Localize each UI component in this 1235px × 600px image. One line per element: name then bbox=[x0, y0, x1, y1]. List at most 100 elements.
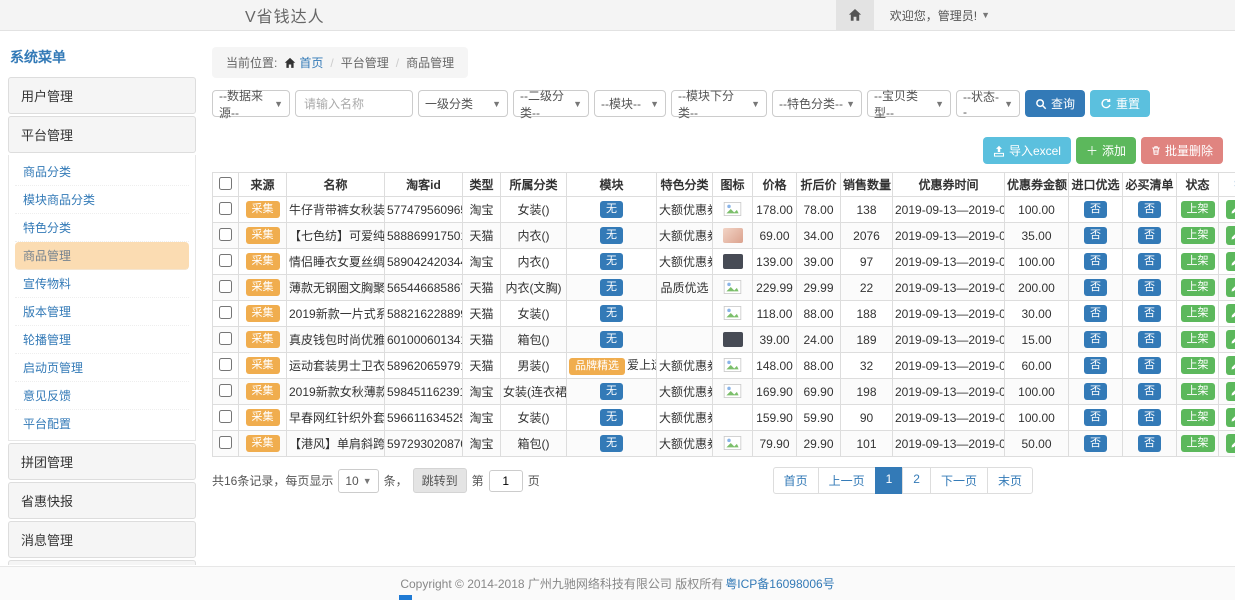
status-button[interactable]: 上架 bbox=[1181, 279, 1215, 296]
page-item-末页[interactable]: 末页 bbox=[987, 467, 1033, 494]
sidebar-section-message-mgmt[interactable]: 消息管理 bbox=[8, 521, 196, 558]
edit-button[interactable] bbox=[1226, 278, 1235, 297]
sidebar-item-product-category[interactable]: 商品分类 bbox=[15, 158, 189, 186]
batch-delete-button[interactable]: 批量删除 bbox=[1141, 137, 1223, 164]
import-pick-toggle[interactable]: 否 bbox=[1084, 383, 1107, 400]
status-button[interactable]: 上架 bbox=[1181, 435, 1215, 452]
filter-select-module[interactable]: --模块--▼ bbox=[594, 90, 666, 117]
import-pick-toggle[interactable]: 否 bbox=[1084, 227, 1107, 244]
must-buy-toggle[interactable]: 否 bbox=[1138, 253, 1161, 270]
edit-button[interactable] bbox=[1226, 304, 1235, 323]
sidebar-item-product-mgmt[interactable]: 商品管理 bbox=[15, 242, 189, 270]
cell-category: 内衣() bbox=[501, 223, 567, 249]
status-button[interactable]: 上架 bbox=[1181, 253, 1215, 270]
add-button[interactable]: ＋ 添加 bbox=[1076, 137, 1136, 164]
must-buy-toggle[interactable]: 否 bbox=[1138, 201, 1161, 218]
jump-button[interactable]: 跳转到 bbox=[413, 468, 467, 493]
reset-button[interactable]: 重置 bbox=[1090, 90, 1150, 117]
page-item-2[interactable]: 2 bbox=[902, 467, 931, 494]
sidebar-item-feature-category[interactable]: 特色分类 bbox=[15, 214, 189, 242]
must-buy-toggle[interactable]: 否 bbox=[1138, 331, 1161, 348]
page-item-上一页[interactable]: 上一页 bbox=[818, 467, 876, 494]
per-page-select[interactable]: 10 ▼ bbox=[338, 469, 378, 493]
edit-button[interactable] bbox=[1226, 252, 1235, 271]
sidebar-item-splash-page-mgmt[interactable]: 启动页管理 bbox=[15, 354, 189, 382]
edit-button[interactable] bbox=[1226, 226, 1235, 245]
import-pick-toggle[interactable]: 否 bbox=[1084, 253, 1107, 270]
row-checkbox[interactable] bbox=[219, 306, 232, 319]
must-buy-toggle[interactable]: 否 bbox=[1138, 435, 1161, 452]
sidebar-section-user-mgmt[interactable]: 用户管理 bbox=[8, 77, 196, 114]
filter-select-status[interactable]: --状态--▼ bbox=[956, 90, 1020, 117]
import-excel-button[interactable]: 导入excel bbox=[983, 137, 1071, 164]
sidebar-item-promo-material[interactable]: 宣传物料 bbox=[15, 270, 189, 298]
status-button[interactable]: 上架 bbox=[1181, 383, 1215, 400]
import-pick-toggle[interactable]: 否 bbox=[1084, 331, 1107, 348]
filter-select-secondary-category[interactable]: --二级分类--▼ bbox=[513, 90, 589, 117]
row-checkbox[interactable] bbox=[219, 332, 232, 345]
must-buy-toggle[interactable]: 否 bbox=[1138, 409, 1161, 426]
import-pick-toggle[interactable]: 否 bbox=[1084, 201, 1107, 218]
edit-button[interactable] bbox=[1226, 356, 1235, 375]
filter-select-data-source[interactable]: --数据来源--▼ bbox=[212, 90, 290, 117]
row-checkbox[interactable] bbox=[219, 202, 232, 215]
home-button[interactable] bbox=[836, 0, 874, 30]
status-button[interactable]: 上架 bbox=[1181, 409, 1215, 426]
sidebar-section-platform-mgmt[interactable]: 平台管理 bbox=[8, 116, 196, 153]
row-checkbox[interactable] bbox=[219, 436, 232, 449]
filter-select-primary-category[interactable]: 一级分类▼ bbox=[418, 90, 508, 117]
status-button[interactable]: 上架 bbox=[1181, 305, 1215, 322]
page-item-下一页[interactable]: 下一页 bbox=[930, 467, 988, 494]
name-search-input[interactable] bbox=[295, 90, 413, 117]
jump-page-input[interactable] bbox=[489, 470, 523, 492]
filter-select-module-subcategory[interactable]: --模块下分类--▼ bbox=[671, 90, 767, 117]
table-row: 采集运动套装男士卫衣初秋...589620659791天猫男装()品牌精选爱上运… bbox=[213, 353, 1235, 379]
sidebar-item-feedback[interactable]: 意见反馈 bbox=[15, 382, 189, 410]
copyright-text: Copyright © 2014-2018 广州九驰网络科技有限公司 版权所有 bbox=[400, 575, 723, 592]
user-menu[interactable]: 欢迎您，管理员! ▼ bbox=[890, 7, 990, 24]
sidebar-section-order-mgmt[interactable]: 订单管理 bbox=[8, 560, 196, 565]
status-button[interactable]: 上架 bbox=[1181, 227, 1215, 244]
must-buy-toggle[interactable]: 否 bbox=[1138, 305, 1161, 322]
row-checkbox[interactable] bbox=[219, 410, 232, 423]
filter-select-feature-category[interactable]: --特色分类--▼ bbox=[772, 90, 862, 117]
row-checkbox[interactable] bbox=[219, 228, 232, 241]
import-pick-toggle[interactable]: 否 bbox=[1084, 409, 1107, 426]
source-badge: 采集 bbox=[246, 253, 280, 270]
edit-button[interactable] bbox=[1226, 408, 1235, 427]
must-buy-toggle[interactable]: 否 bbox=[1138, 279, 1161, 296]
cell-module: 无 bbox=[567, 197, 657, 223]
edit-button[interactable] bbox=[1226, 434, 1235, 453]
sidebar-item-carousel-mgmt[interactable]: 轮播管理 bbox=[15, 326, 189, 354]
import-pick-toggle[interactable]: 否 bbox=[1084, 357, 1107, 374]
import-pick-toggle[interactable]: 否 bbox=[1084, 279, 1107, 296]
breadcrumb-home-link[interactable]: 首页 bbox=[284, 54, 323, 71]
filter-select-item-type[interactable]: --宝贝类型--▼ bbox=[867, 90, 951, 117]
sidebar-section-saving-news[interactable]: 省惠快报 bbox=[8, 482, 196, 519]
must-buy-toggle[interactable]: 否 bbox=[1138, 227, 1161, 244]
row-checkbox[interactable] bbox=[219, 254, 232, 267]
sidebar-item-platform-config[interactable]: 平台配置 bbox=[15, 410, 189, 437]
row-checkbox[interactable] bbox=[219, 384, 232, 397]
edit-button[interactable] bbox=[1226, 382, 1235, 401]
sidebar-item-version-mgmt[interactable]: 版本管理 bbox=[15, 298, 189, 326]
status-button[interactable]: 上架 bbox=[1181, 331, 1215, 348]
page-item-首页[interactable]: 首页 bbox=[773, 467, 819, 494]
edit-button[interactable] bbox=[1226, 330, 1235, 349]
cell-price: 159.90 bbox=[753, 405, 797, 431]
icp-link[interactable]: 粤ICP备16098006号 bbox=[725, 575, 834, 592]
must-buy-toggle[interactable]: 否 bbox=[1138, 383, 1161, 400]
import-pick-toggle[interactable]: 否 bbox=[1084, 435, 1107, 452]
page-item-1[interactable]: 1 bbox=[875, 467, 904, 494]
search-button[interactable]: 查询 bbox=[1025, 90, 1085, 117]
edit-button[interactable] bbox=[1226, 200, 1235, 219]
import-pick-toggle[interactable]: 否 bbox=[1084, 305, 1107, 322]
row-checkbox[interactable] bbox=[219, 280, 232, 293]
status-button[interactable]: 上架 bbox=[1181, 201, 1215, 218]
must-buy-toggle[interactable]: 否 bbox=[1138, 357, 1161, 374]
select-all-checkbox[interactable] bbox=[219, 177, 232, 190]
status-button[interactable]: 上架 bbox=[1181, 357, 1215, 374]
sidebar-item-module-product-category[interactable]: 模块商品分类 bbox=[15, 186, 189, 214]
row-checkbox[interactable] bbox=[219, 358, 232, 371]
sidebar-section-group-buy-mgmt[interactable]: 拼团管理 bbox=[8, 443, 196, 480]
